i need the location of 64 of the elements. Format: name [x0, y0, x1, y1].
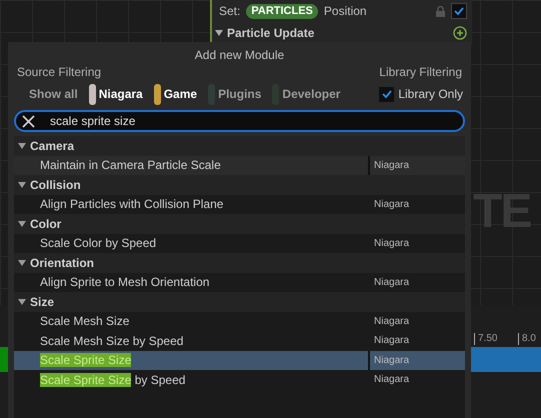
collapse-arrow-icon: [215, 30, 223, 36]
module-name: Scale Sprite Size: [40, 352, 132, 370]
filter-toggle[interactable]: Developer: [272, 83, 344, 105]
collapse-arrow-icon[interactable]: [18, 142, 26, 150]
source-label: Niagara: [374, 276, 410, 290]
filter-toggle[interactable]: Niagara: [88, 83, 146, 105]
module-name: Align Particles with Collision Plane: [40, 196, 224, 214]
category-label: Color: [30, 216, 62, 233]
module-item[interactable]: Align Particles with Collision Plane Niagara: [14, 194, 465, 214]
check-icon: [382, 89, 392, 99]
category-row[interactable]: Size: [14, 292, 465, 312]
section-label: Source Filtering: [17, 64, 102, 80]
search-field[interactable]: scale sprite size: [14, 110, 465, 132]
collapse-arrow-icon[interactable]: [18, 220, 26, 228]
category-label: Collision: [30, 176, 81, 194]
timeline-tick: 7.50: [474, 333, 498, 345]
collapse-arrow-icon[interactable]: [18, 298, 26, 306]
enabled-checkbox[interactable]: [451, 3, 467, 19]
search-input[interactable]: scale sprite size: [50, 112, 463, 130]
module-name: Maintain in Camera Particle Scale: [40, 157, 222, 174]
source-label: Niagara: [374, 354, 410, 368]
filter-toggle[interactable]: Plugins: [208, 83, 264, 105]
module-item[interactable]: Scale Mesh Size by Speed Niagara: [14, 331, 465, 350]
source-label: Niagara: [374, 334, 410, 348]
category-label: Size: [30, 294, 54, 311]
category-row[interactable]: Collision: [14, 175, 465, 194]
dialog-title: Add new Module: [194, 47, 284, 63]
section-header: Particle Update: [227, 25, 314, 42]
library-only-checkbox[interactable]: Library Only: [379, 85, 463, 103]
category-row[interactable]: Color: [14, 214, 465, 234]
category-row[interactable]: Camera: [14, 136, 465, 156]
filter-toggle[interactable]: Game: [154, 83, 200, 105]
timeline-track: [470, 347, 541, 372]
module-name: Scale Sprite Size by Speed: [40, 372, 186, 389]
section-label: Library Filtering: [379, 64, 462, 80]
add-icon[interactable]: [453, 26, 467, 40]
collapse-arrow-icon[interactable]: [18, 180, 26, 189]
source-label: Niagara: [374, 314, 410, 329]
category-label: Orientation: [30, 254, 94, 272]
lock-icon: [436, 6, 445, 16]
source-label: Niagara: [374, 198, 410, 212]
module-item[interactable]: Scale Mesh Size Niagara: [14, 312, 465, 331]
module-item[interactable]: Scale Sprite Size Niagara: [14, 350, 465, 370]
module-item[interactable]: Maintain in Camera Particle Scale Niagara: [14, 156, 465, 175]
check-icon: [454, 6, 464, 16]
namespace-pill: PARTICLES: [246, 4, 318, 18]
module-item[interactable]: Align Sprite to Mesh Orientation Niagara: [14, 272, 465, 292]
module-name: Align Sprite to Mesh Orientation: [40, 274, 210, 292]
collapse-arrow-icon[interactable]: [18, 258, 26, 267]
category-row[interactable]: Orientation: [14, 253, 465, 272]
module-name: Scale Color by Speed: [40, 235, 158, 252]
attribute-name: Position: [324, 3, 367, 20]
module-name: Scale Mesh Size by Speed: [40, 332, 184, 350]
source-label: Niagara: [374, 373, 410, 388]
filter-toggle[interactable]: Show all: [22, 83, 81, 105]
category-label: Camera: [30, 138, 74, 155]
source-label: Niagara: [374, 236, 410, 251]
clear-icon[interactable]: [22, 114, 35, 128]
source-label: Niagara: [374, 158, 410, 173]
set-label: Set:: [219, 3, 240, 20]
timeline-tick: 8.0: [518, 333, 536, 345]
module-name: Scale Mesh Size: [40, 313, 130, 330]
module-item[interactable]: Scale Sprite Size by Speed Niagara: [14, 370, 465, 390]
module-item[interactable]: Scale Color by Speed Niagara: [14, 234, 465, 253]
